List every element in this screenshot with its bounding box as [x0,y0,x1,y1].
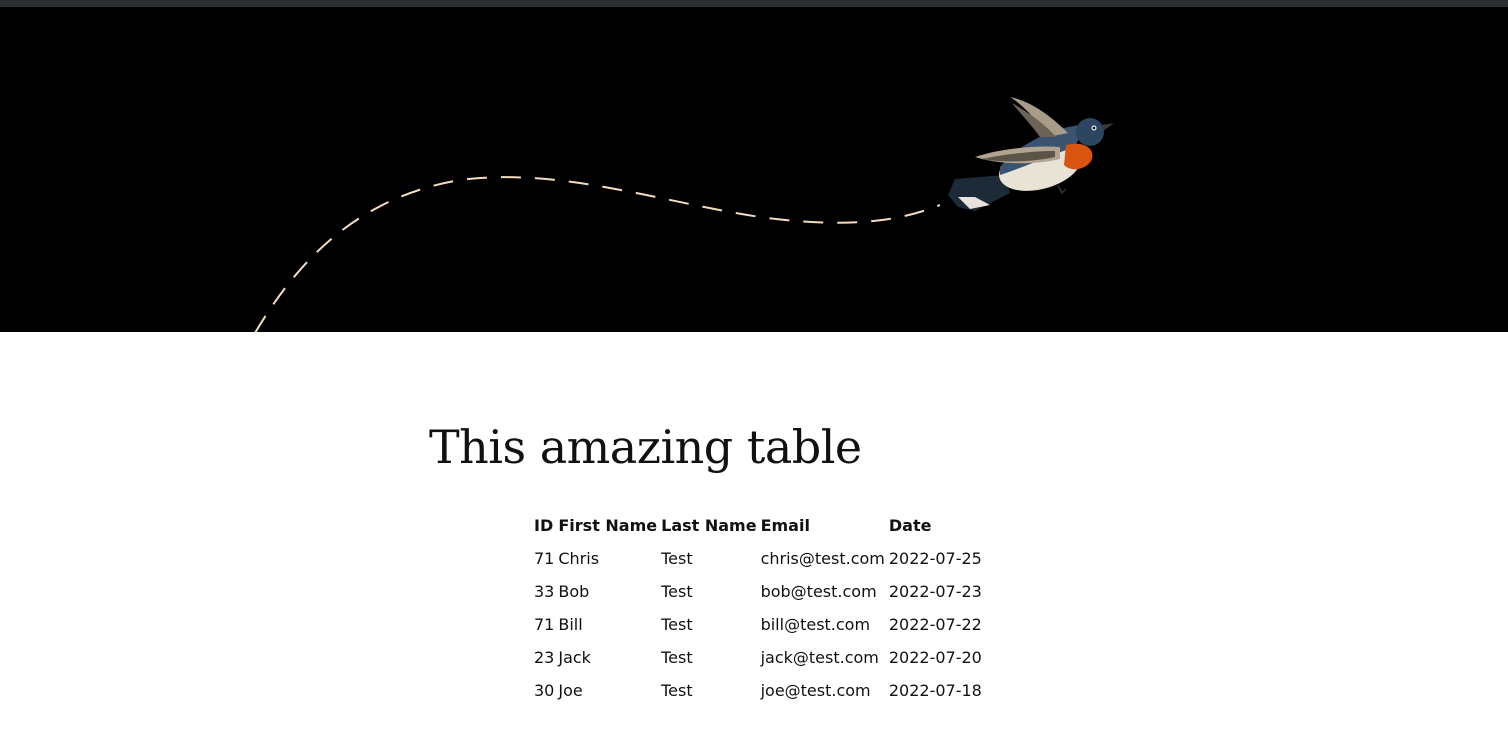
cell-email: joe@test.com [760,681,871,700]
cell-first-name: Chris [558,549,600,568]
cell-last-name: Test [661,549,693,568]
cell-first-name: Joe [558,681,583,700]
table-row: 71 Bill Test bill@test.com 2022-07-22 [532,608,984,641]
cell-date: 2022-07-23 [888,582,982,601]
flight-path [254,176,941,332]
cell-date: 2022-07-18 [888,681,982,700]
cell-date: 2022-07-22 [888,615,982,634]
table-row: 30 Joe Test joe@test.com 2022-07-18 [532,674,984,707]
hero-banner [0,7,1508,332]
cell-first-name: Bob [558,582,590,601]
cell-last-name: Test [661,681,693,700]
table-row: 33 Bob Test bob@test.com 2022-07-23 [532,575,984,608]
table-header-row: ID First Name Last Name Email Date [532,509,984,542]
page-title: This amazing table [429,420,862,474]
cell-date: 2022-07-20 [888,648,982,667]
data-table: ID First Name Last Name Email Date 71 Ch… [532,509,984,707]
cell-email: jack@test.com [760,648,879,667]
cell-email: bob@test.com [760,582,877,601]
cell-email: bill@test.com [760,615,871,634]
cell-last-name: Test [661,615,693,634]
cell-last-name: Test [661,582,693,601]
cell-first-name: Jack [558,648,591,667]
cell-id: 71 [534,615,555,634]
browser-top-bar [0,0,1508,7]
cell-date: 2022-07-25 [888,549,982,568]
cell-first-name: Bill [558,615,583,634]
cell-email: chris@test.com [760,549,885,568]
bird-icon [948,97,1114,211]
column-header-last-name: Last Name [661,516,757,535]
column-header-date: Date [888,516,932,535]
table-row: 23 Jack Test jack@test.com 2022-07-20 [532,641,984,674]
column-header-first-name: First Name [558,516,658,535]
column-header-email: Email [760,516,810,535]
cell-last-name: Test [661,648,693,667]
cell-id: 33 [534,582,555,601]
cell-id: 23 [534,648,555,667]
table-row: 71 Chris Test chris@test.com 2022-07-25 [532,542,984,575]
column-header-id: ID [534,516,554,535]
hero-illustration [254,97,1114,332]
cell-id: 30 [534,681,555,700]
cell-id: 71 [534,549,555,568]
